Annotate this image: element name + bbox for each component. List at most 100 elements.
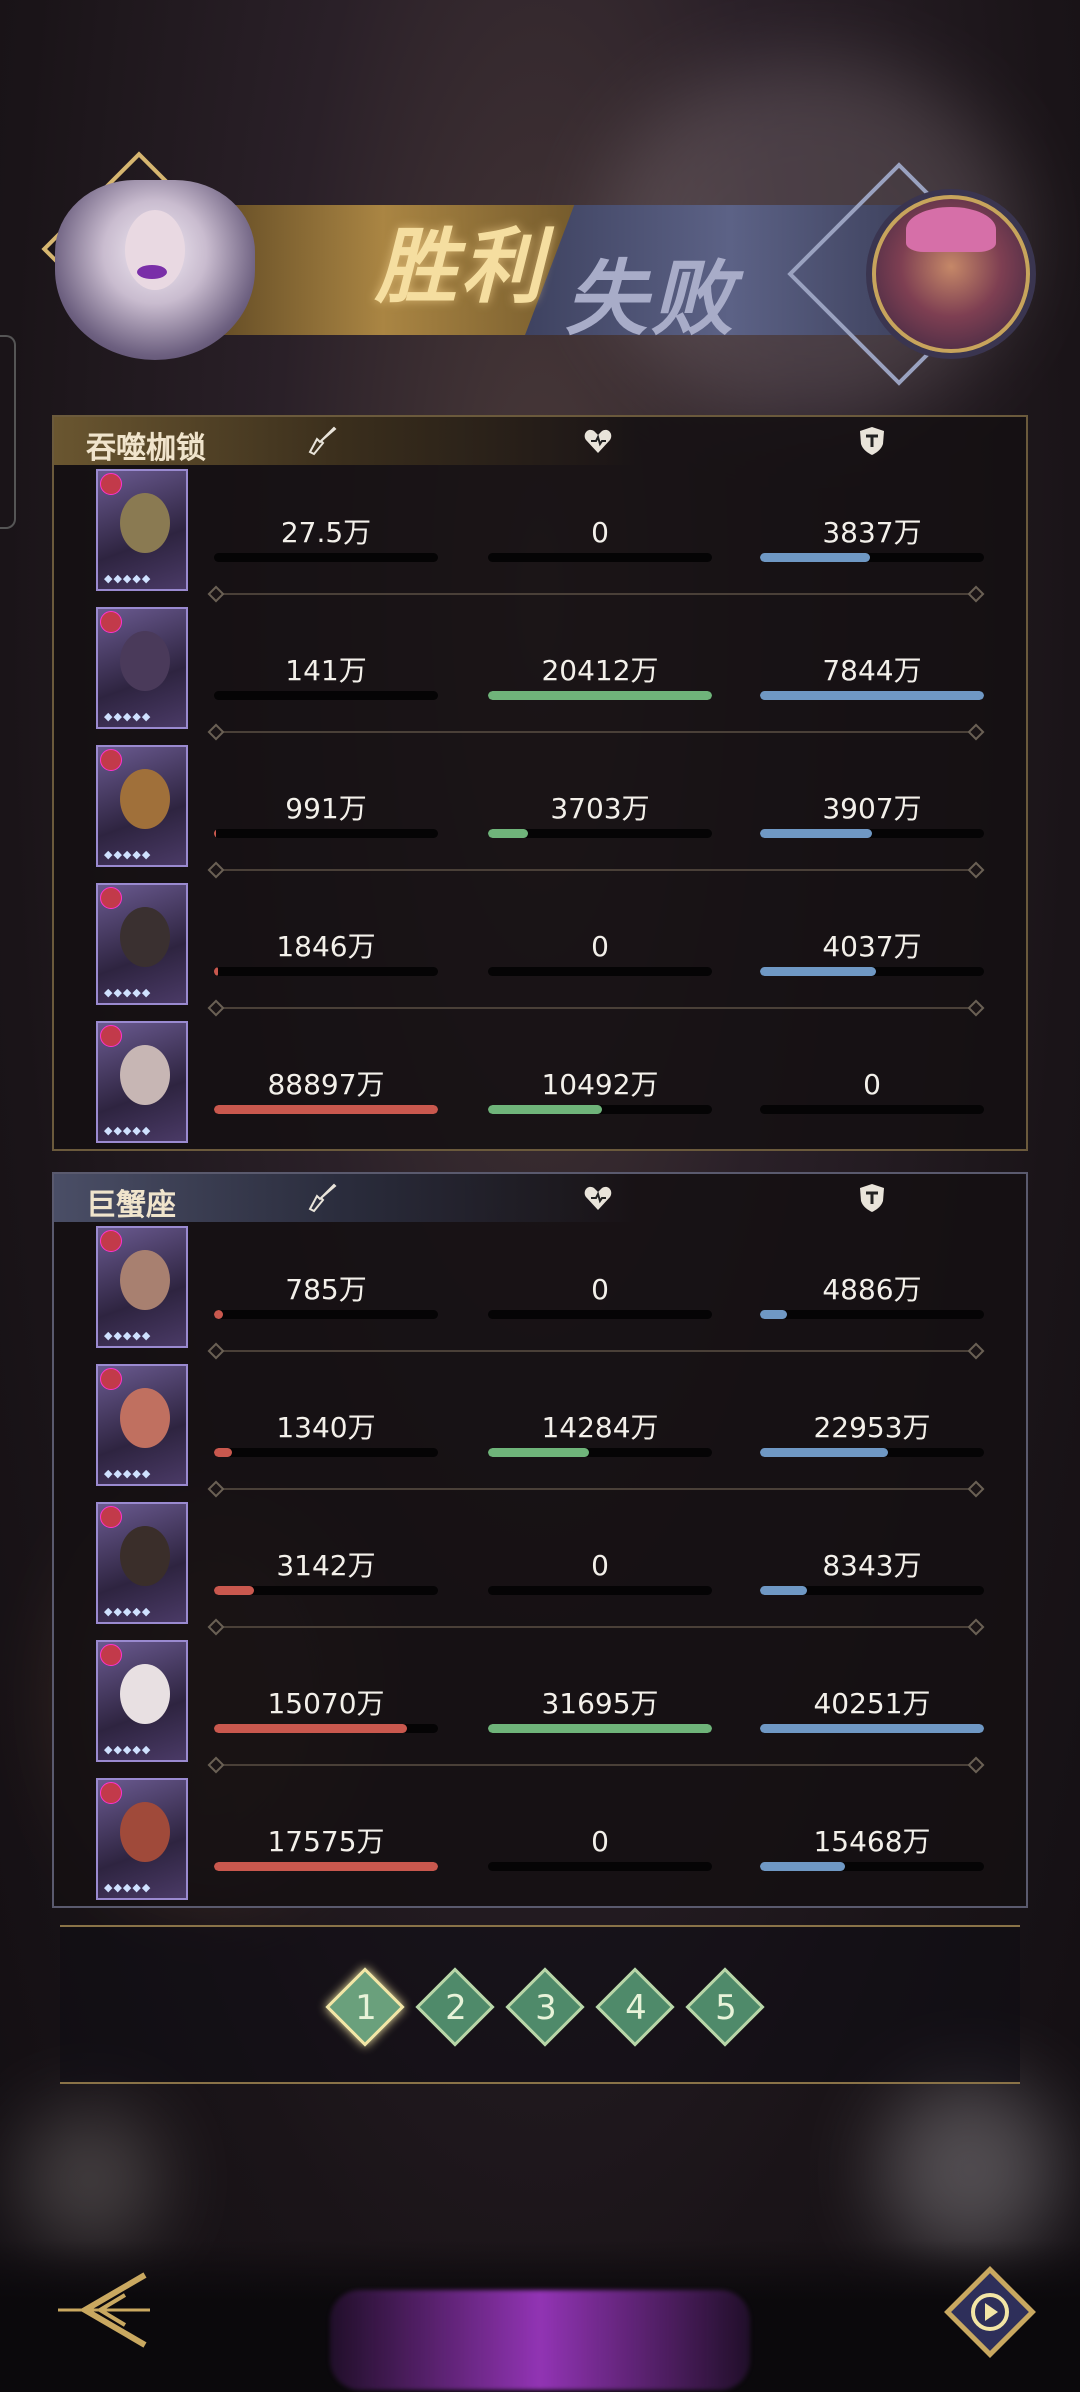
round-button-1[interactable]: 1 <box>325 1967 407 2049</box>
heal-stat: 0 <box>488 929 712 976</box>
hero-portrait <box>120 1802 170 1862</box>
hero-card[interactable]: ◆◆◆◆◆ <box>96 1502 188 1624</box>
heal-stat: 14284万 <box>488 1410 712 1457</box>
hero-card[interactable]: ◆◆◆◆◆ <box>96 745 188 867</box>
heal-bar-fill <box>488 1724 712 1733</box>
damage-bar-fill <box>214 967 219 976</box>
shield-icon <box>860 427 884 455</box>
hero-card[interactable]: ◆◆◆◆◆ <box>96 1640 188 1762</box>
damage-stat: 3142万 <box>214 1548 438 1595</box>
damage-value: 785万 <box>285 1273 367 1306</box>
heal-bar <box>488 1448 712 1457</box>
damage-bar <box>214 829 438 838</box>
tank-stat: 8343万 <box>760 1548 984 1595</box>
round-number: 3 <box>535 1988 557 2028</box>
hero-card[interactable]: ◆◆◆◆◆ <box>96 1226 188 1348</box>
tank-value: 4886万 <box>822 1273 922 1306</box>
damage-bar-fill <box>214 1862 438 1871</box>
round-button-4[interactable]: 4 <box>595 1967 677 2049</box>
hero-row[interactable]: ◆◆◆◆◆ 141万 20412万 7844万 <box>54 603 1030 741</box>
hero-row[interactable]: ◆◆◆◆◆ 785万 0 4886万 <box>54 1222 1030 1360</box>
heal-bar <box>488 829 712 838</box>
row-divider <box>216 1488 976 1490</box>
hero-row[interactable]: ◆◆◆◆◆ 15070万 31695万 40251万 <box>54 1636 1030 1774</box>
hero-card[interactable]: ◆◆◆◆◆ <box>96 469 188 591</box>
heal-bar <box>488 553 712 562</box>
tank-value: 3907万 <box>822 792 922 825</box>
damage-bar-fill <box>214 1105 438 1114</box>
tank-stat: 3907万 <box>760 791 984 838</box>
row-divider <box>216 731 976 733</box>
heal-value: 20412万 <box>541 654 659 687</box>
hero-card[interactable]: ◆◆◆◆◆ <box>96 1778 188 1900</box>
tank-value: 40251万 <box>813 1687 931 1720</box>
player-avatar-left[interactable] <box>55 180 255 360</box>
hero-card[interactable]: ◆◆◆◆◆ <box>96 1021 188 1143</box>
round-button-2[interactable]: 2 <box>415 1967 497 2049</box>
team-header: 吞噬枷锁 <box>54 417 1026 466</box>
hero-card[interactable]: ◆◆◆◆◆ <box>96 1364 188 1486</box>
tank-bar-fill <box>760 829 872 838</box>
heal-value: 3703万 <box>550 792 650 825</box>
tank-bar-fill <box>760 553 870 562</box>
tank-value: 7844万 <box>822 654 922 687</box>
star-rating-icon: ◆◆◆◆◆ <box>104 1329 152 1342</box>
sword-icon <box>308 1183 337 1213</box>
team-panel-2: 巨蟹座 ◆◆◆◆◆ 785万 0 4886万 ◆◆◆◆◆ 1340万 14284万 22953… <box>52 1172 1028 1908</box>
side-handle[interactable] <box>0 335 16 529</box>
hero-portrait <box>120 631 170 691</box>
tank-value: 3837万 <box>822 516 922 549</box>
heal-bar <box>488 1105 712 1114</box>
heal-bar <box>488 1310 712 1319</box>
hero-row[interactable]: ◆◆◆◆◆ 27.5万 0 3837万 <box>54 465 1030 603</box>
tank-bar <box>760 1105 984 1114</box>
tank-bar <box>760 553 984 562</box>
team-header: 巨蟹座 <box>54 1174 1026 1223</box>
confirm-button[interactable] <box>330 2290 750 2390</box>
hero-card[interactable]: ◆◆◆◆◆ <box>96 883 188 1005</box>
damage-bar <box>214 1724 438 1733</box>
tank-stat: 4886万 <box>760 1272 984 1319</box>
damage-bar <box>214 1105 438 1114</box>
hero-row[interactable]: ◆◆◆◆◆ 1340万 14284万 22953万 <box>54 1360 1030 1498</box>
replay-icon[interactable] <box>940 2262 1040 2362</box>
star-rating-icon: ◆◆◆◆◆ <box>104 710 152 723</box>
heart-icon <box>584 429 612 453</box>
round-selector: 1 2 3 4 5 <box>60 1925 1020 2084</box>
damage-stat: 1846万 <box>214 929 438 976</box>
heal-stat: 0 <box>488 1824 712 1871</box>
tank-bar <box>760 1586 984 1595</box>
heal-bar <box>488 691 712 700</box>
tank-bar <box>760 1724 984 1733</box>
hero-row[interactable]: ◆◆◆◆◆ 17575万 0 15468万 <box>54 1774 1030 1912</box>
row-divider <box>216 1007 976 1009</box>
tank-bar-fill <box>760 967 877 976</box>
tank-stat: 3837万 <box>760 515 984 562</box>
hero-portrait <box>120 907 170 967</box>
heal-bar-fill <box>488 1105 603 1114</box>
heal-stat: 0 <box>488 515 712 562</box>
hero-row[interactable]: ◆◆◆◆◆ 991万 3703万 3907万 <box>54 741 1030 879</box>
hero-row[interactable]: ◆◆◆◆◆ 3142万 0 8343万 <box>54 1498 1030 1636</box>
player-avatar-right[interactable] <box>872 195 1030 353</box>
hero-row[interactable]: ◆◆◆◆◆ 1846万 0 4037万 <box>54 879 1030 1017</box>
star-rating-icon: ◆◆◆◆◆ <box>104 1605 152 1618</box>
star-rating-icon: ◆◆◆◆◆ <box>104 1743 152 1756</box>
rank-badge-icon <box>100 1368 122 1390</box>
hero-portrait <box>120 1388 170 1448</box>
hero-card[interactable]: ◆◆◆◆◆ <box>96 607 188 729</box>
heal-bar-fill <box>488 829 529 838</box>
back-arrow-icon[interactable] <box>50 2260 160 2360</box>
hero-portrait <box>120 1664 170 1724</box>
row-divider <box>216 869 976 871</box>
star-rating-icon: ◆◆◆◆◆ <box>104 848 152 861</box>
hero-row[interactable]: ◆◆◆◆◆ 88897万 10492万 0 <box>54 1017 1030 1155</box>
team-panel-1: 吞噬枷锁 ◆◆◆◆◆ 27.5万 0 3837万 ◆◆◆◆◆ 141万 20412万 7844… <box>52 415 1028 1151</box>
round-button-3[interactable]: 3 <box>505 1967 587 2049</box>
heal-bar <box>488 1724 712 1733</box>
round-button-5[interactable]: 5 <box>685 1967 767 2049</box>
shield-icon <box>860 1184 884 1212</box>
damage-stat: 785万 <box>214 1272 438 1319</box>
star-rating-icon: ◆◆◆◆◆ <box>104 1467 152 1480</box>
tank-stat: 15468万 <box>760 1824 984 1871</box>
